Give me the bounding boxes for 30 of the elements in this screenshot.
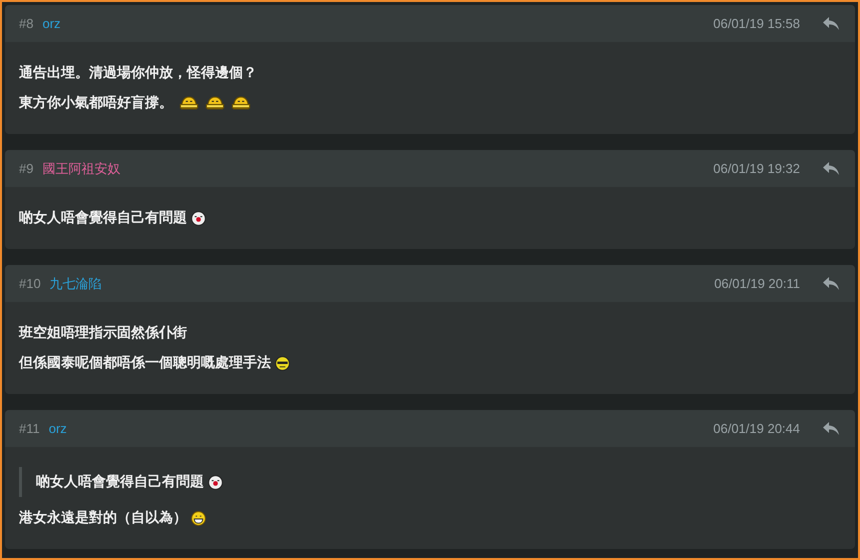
smiley-icon: [191, 210, 206, 226]
post-time: 06/01/19 19:32: [713, 161, 800, 176]
username-link[interactable]: 九七淪陷: [50, 274, 102, 292]
post-text: 通告出埋。清過場你仲放，怪得邊個？: [19, 64, 257, 82]
post-number: #9: [19, 161, 34, 176]
post-time: 06/01/19 20:44: [713, 421, 800, 436]
post-text: 但係國泰呢個都唔係一個聰明嘅處理手法: [19, 354, 271, 372]
username-link[interactable]: 國王阿祖安奴: [42, 160, 120, 178]
post-text: 啲女人唔會覺得自己有問題: [19, 209, 187, 227]
reply-icon[interactable]: [823, 277, 839, 290]
smiley-icon: [205, 96, 225, 110]
post-text: 東方你小氣都唔好盲撐。: [19, 94, 173, 112]
post-time: 06/01/19 15:58: [713, 16, 800, 31]
post-time: 06/01/19 20:11: [714, 276, 800, 291]
post-text: 港女永遠是對的（自以為）: [19, 509, 187, 527]
reply-icon[interactable]: [823, 162, 839, 175]
sunglasses-smiley-icon: [275, 356, 290, 370]
grin-smiley-icon: [191, 510, 206, 526]
post-number: #10: [19, 276, 41, 291]
post-text: 班空姐唔理指示固然係仆街: [19, 324, 187, 342]
reply-icon[interactable]: [823, 422, 839, 435]
username-link[interactable]: orz: [48, 421, 67, 436]
post-number: #8: [19, 16, 34, 31]
smiley-icon: [208, 474, 223, 490]
smiley-icon: [179, 96, 199, 110]
reply-icon[interactable]: [823, 17, 839, 30]
smiley-icon: [231, 96, 251, 110]
username-link[interactable]: orz: [42, 16, 61, 31]
post-number: #11: [19, 421, 40, 436]
quote-text: 啲女人唔會覺得自己有問題: [36, 473, 204, 491]
